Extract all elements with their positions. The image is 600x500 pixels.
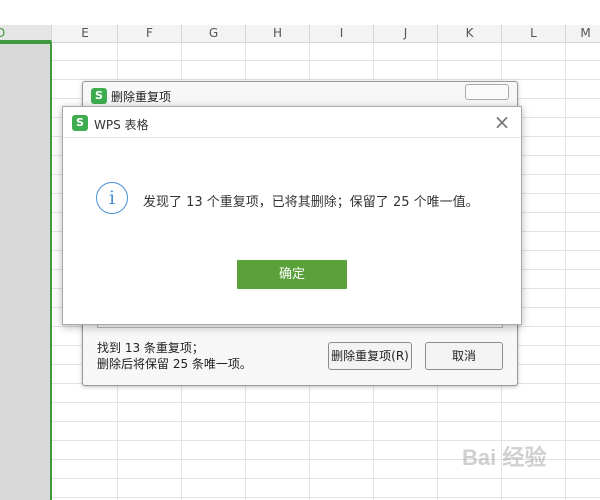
title-divider — [63, 137, 521, 138]
close-icon[interactable]: × — [493, 112, 511, 132]
duplicate-count-text: 找到 13 条重复项； — [97, 341, 204, 355]
dialog-title-bar[interactable]: S 删除重复项 — [83, 82, 517, 108]
remove-duplicates-button[interactable]: 删除重复项(R) — [328, 342, 412, 370]
dialog-title: 删除重复项 — [111, 90, 172, 104]
grid-line — [0, 402, 600, 403]
ok-button[interactable]: 确定 — [237, 260, 347, 289]
column-header-g[interactable]: G — [182, 25, 246, 42]
column-header-k[interactable]: K — [438, 25, 502, 42]
result-message: 发现了 13 个重复项，已将其删除；保留了 25 个唯一值。 — [143, 195, 479, 210]
unique-count-text: 删除后将保留 25 条唯一项。 — [97, 357, 252, 371]
column-header-h[interactable]: H — [246, 25, 310, 42]
column-header-e[interactable]: E — [53, 25, 118, 42]
column-header-label: D — [0, 26, 6, 40]
grid-line — [0, 79, 600, 80]
close-button[interactable] — [465, 84, 509, 100]
wps-app-icon: S — [72, 115, 88, 131]
grid-line — [0, 421, 600, 422]
grid-line — [0, 60, 600, 61]
info-icon: i — [96, 182, 128, 214]
column-header-i[interactable]: I — [310, 25, 374, 42]
dialog-title: WPS 表格 — [94, 118, 149, 132]
grid-line — [0, 497, 600, 498]
column-header-d[interactable]: D — [0, 25, 52, 42]
grid-line — [0, 478, 600, 479]
baidu-jingyan-watermark: Bai 经验 — [462, 445, 547, 470]
grid-line — [565, 42, 566, 500]
column-header-l[interactable]: L — [502, 25, 566, 42]
wps-app-icon: S — [91, 88, 107, 104]
duplicate-summary: 找到 13 条重复项； 删除后将保留 25 条唯一项。 — [97, 340, 252, 372]
column-header-f[interactable]: F — [118, 25, 182, 42]
wps-message-dialog: S WPS 表格 × i 发现了 13 个重复项，已将其删除；保留了 25 个唯… — [62, 106, 522, 325]
column-header-j[interactable]: J — [374, 25, 438, 42]
column-header-m[interactable]: M — [566, 25, 600, 42]
selected-column-range[interactable] — [0, 42, 52, 500]
cancel-button[interactable]: 取消 — [425, 342, 503, 370]
